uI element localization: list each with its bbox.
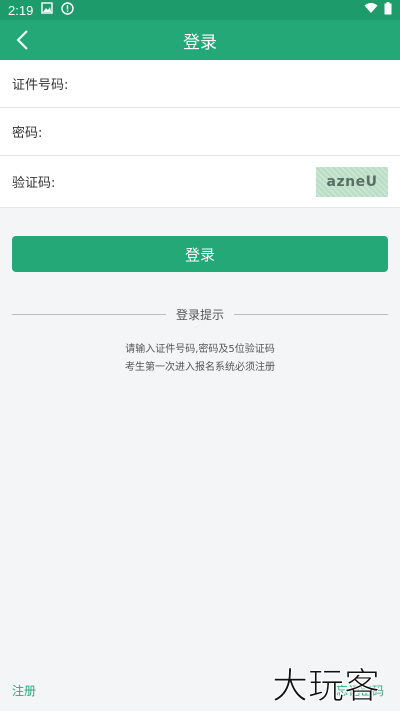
back-button[interactable] [8,26,36,54]
login-form: 证件号码: 密码: 验证码: azneU [0,60,400,208]
image-icon [41,2,54,18]
tips-line-1: 请输入证件号码,密码及5位验证码 [125,344,275,355]
id-number-row: 证件号码: [0,60,400,108]
captcha-row: 验证码: azneU [0,156,400,208]
tips-divider: 登录提示 [12,304,389,324]
captcha-input[interactable] [59,156,316,207]
alert-icon [61,1,75,19]
id-number-input[interactable] [72,60,388,107]
password-row: 密码: [0,108,400,156]
id-number-label: 证件号码: [12,78,69,93]
tips-line-2: 考生第一次进入报名系统必须注册 [125,362,275,373]
chevron-left-icon [16,30,28,50]
password-input[interactable] [46,108,388,155]
status-bar: 2:19 [0,0,400,20]
divider-line-left [12,313,166,315]
divider-line-right [234,313,389,315]
page-title: 登录 [183,32,217,53]
status-time: 2:19 [8,2,34,18]
wifi-icon [364,2,378,18]
battery-icon [384,1,392,19]
watermark-logo: 大玩客 [272,666,381,708]
login-button[interactable]: 登录 [12,236,388,272]
captcha-image[interactable]: azneU [316,166,388,197]
svg-text:大玩客: 大玩客 [272,666,380,707]
captcha-label: 验证码: [12,176,56,191]
password-label: 密码: [12,126,43,141]
toolbar: 登录 [0,20,400,60]
tips-title: 登录提示 [176,307,225,322]
register-link[interactable]: 注册 [12,682,36,699]
